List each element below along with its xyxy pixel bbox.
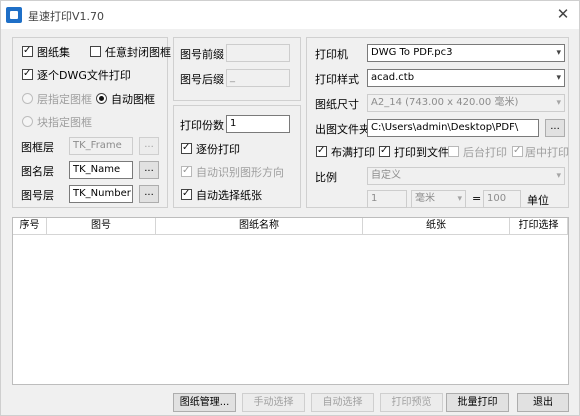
printer-select[interactable]: DWG To PDF.pc3 ▾ [367, 44, 565, 62]
chevron-down-icon: ▾ [556, 48, 561, 58]
frame-set-checkbox[interactable] [22, 45, 33, 57]
suffix-input[interactable]: _ [226, 69, 290, 87]
scale-label: 比例 [315, 171, 337, 184]
frame-layer-label: 图框层 [21, 141, 54, 154]
window-title: 星速打印V1.70 [28, 10, 105, 23]
number-layer-label: 图号层 [21, 189, 54, 202]
block-frame-label: 块指定图框 [37, 116, 92, 129]
fill-print-label: 布满打印 [331, 146, 375, 159]
style-select-value: acad.ctb [371, 72, 415, 83]
output-folder-input[interactable]: C:\Users\admin\Desktop\PDF\ [367, 119, 539, 137]
auto-frame-radio[interactable] [96, 93, 107, 104]
exit-button[interactable]: 退出 [517, 393, 569, 412]
column-header-number[interactable]: 图号 [47, 218, 156, 235]
prefix-label: 图号前缀 [180, 48, 224, 61]
unit-select-value: 毫米 [415, 193, 435, 204]
style-select[interactable]: acad.ctb ▾ [367, 69, 565, 87]
fill-print-checkbox[interactable] [316, 145, 327, 157]
printer-settings-group: 打印机 DWG To PDF.pc3 ▾ 打印样式 acad.ctb ▾ 图纸尺… [306, 37, 569, 208]
auto-select-button[interactable]: 自动选择 [311, 393, 374, 412]
number-affix-group: 图号前缀 图号后缀 _ [173, 37, 301, 101]
print-preview-button[interactable]: 打印预览 [380, 393, 443, 412]
auto-orient-label: 自动识别图形方向 [196, 166, 284, 179]
print-options-group: 打印份数 1 逐份打印 自动识别图形方向 自动选择纸张 [173, 105, 301, 208]
column-header-index[interactable]: 序号 [13, 218, 47, 235]
column-header-paper[interactable]: 纸张 [363, 218, 510, 235]
center-print-checkbox[interactable] [512, 145, 523, 157]
dialog-body: 图纸集 任意封闭图框 逐个DWG文件打印 层指定图框 自动图框 块指定图框 图框… [1, 29, 579, 415]
center-print-label: 居中打印 [525, 146, 569, 159]
scale-select-value: 自定义 [371, 170, 401, 181]
scale-select[interactable]: 自定义 ▾ [367, 167, 565, 185]
manual-select-button[interactable]: 手动选择 [242, 393, 305, 412]
unit-select[interactable]: 毫米 ▾ [411, 190, 466, 208]
suffix-label: 图号后缀 [180, 73, 224, 86]
drawing-list-table[interactable]: 序号 图号 图纸名称 纸张 打印选择 [12, 217, 569, 385]
layer-frame-label: 层指定图框 [37, 93, 92, 106]
layer-frame-radio[interactable] [22, 93, 33, 104]
printer-select-value: DWG To PDF.pc3 [371, 47, 453, 58]
folder-label: 出图文件夹 [315, 123, 370, 136]
app-icon [6, 7, 22, 23]
title-bar: 星速打印V1.70 ✕ [1, 1, 579, 29]
per-dwg-checkbox[interactable] [22, 68, 33, 80]
copies-input[interactable]: 1 [226, 115, 290, 133]
number-layer-input[interactable]: TK_Number [69, 185, 133, 203]
chevron-down-icon: ▾ [556, 171, 561, 181]
copies-label: 打印份数 [180, 119, 224, 132]
collate-label: 逐份打印 [196, 143, 240, 156]
manage-drawings-button[interactable]: 图纸管理... [173, 393, 236, 412]
auto-paper-label: 自动选择纸张 [196, 189, 262, 202]
auto-paper-checkbox[interactable] [181, 188, 192, 200]
unit-label: 单位 [527, 194, 549, 207]
name-layer-browse-button[interactable]: ... [139, 161, 159, 179]
name-layer-input[interactable]: TK_Name [69, 161, 133, 179]
background-print-label: 后台打印 [463, 146, 507, 159]
print-to-file-checkbox[interactable] [379, 145, 390, 157]
print-to-file-label: 打印到文件 [394, 146, 449, 159]
equals-sign: = [472, 192, 482, 205]
frame-layer-input[interactable]: TK_Frame [69, 137, 133, 155]
batch-print-button[interactable]: 批量打印 [446, 393, 509, 412]
paper-size-value: A2_14 (743.00 x 420.00 毫米) [371, 97, 519, 108]
printer-label: 打印机 [315, 48, 348, 61]
name-layer-label: 图名层 [21, 165, 54, 178]
app-window: 星速打印V1.70 ✕ 图纸集 任意封闭图框 逐个DWG文件打印 层指定图框 自… [0, 0, 580, 416]
scale-denominator-input[interactable]: 100 [483, 190, 521, 208]
folder-browse-button[interactable]: ... [545, 119, 565, 137]
auto-orient-checkbox[interactable] [181, 165, 192, 177]
per-dwg-label: 逐个DWG文件打印 [37, 69, 131, 82]
chevron-down-icon: ▾ [457, 194, 462, 204]
prefix-input[interactable] [226, 44, 290, 62]
table-header: 序号 图号 图纸名称 纸张 打印选择 [13, 218, 568, 235]
scale-numerator-input[interactable]: 1 [367, 190, 407, 208]
close-icon[interactable]: ✕ [549, 1, 577, 27]
chevron-down-icon: ▾ [556, 98, 561, 108]
style-label: 打印样式 [315, 73, 359, 86]
paper-size-select[interactable]: A2_14 (743.00 x 420.00 毫米) ▾ [367, 94, 565, 112]
frame-layer-browse-button[interactable]: ... [139, 137, 159, 155]
collate-checkbox[interactable] [181, 142, 192, 154]
block-frame-radio[interactable] [22, 116, 33, 127]
number-layer-browse-button[interactable]: ... [139, 185, 159, 203]
any-closed-checkbox[interactable] [90, 46, 101, 57]
chevron-down-icon: ▾ [556, 73, 561, 83]
paper-label: 图纸尺寸 [315, 98, 359, 111]
frame-settings-group: 图纸集 任意封闭图框 逐个DWG文件打印 层指定图框 自动图框 块指定图框 图框… [12, 37, 171, 208]
auto-frame-label: 自动图框 [111, 93, 155, 106]
frame-set-label: 图纸集 [37, 46, 70, 59]
background-print-checkbox[interactable] [448, 146, 459, 157]
column-header-name[interactable]: 图纸名称 [156, 218, 363, 235]
any-closed-label: 任意封闭图框 [105, 46, 171, 59]
column-header-select[interactable]: 打印选择 [510, 218, 568, 235]
